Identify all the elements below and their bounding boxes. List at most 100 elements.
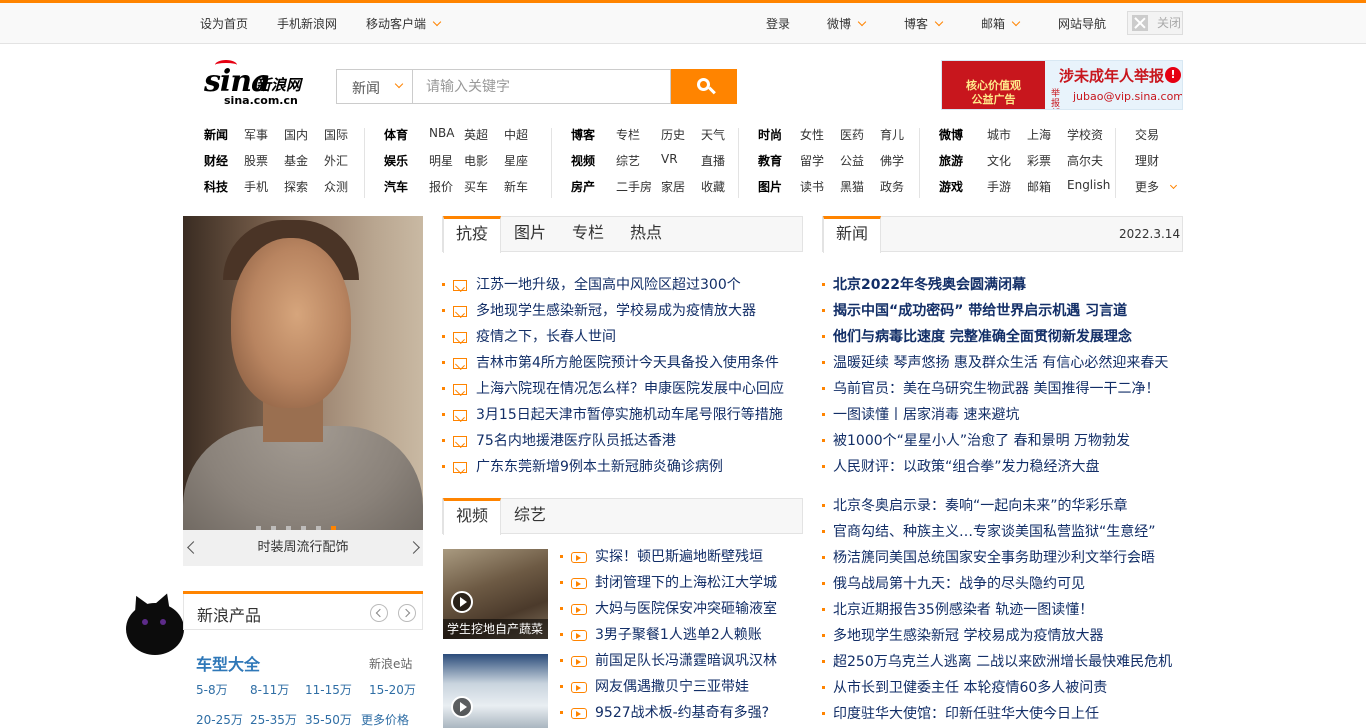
list-item-text[interactable]: 杨洁篪同美国总统国家安全事务助理沙利文举行会晤 [833, 545, 1155, 571]
nav-link-5-1-3[interactable]: 上海 [1027, 126, 1051, 143]
list-item[interactable]: 北京近期报告35例感染者 轨迹一图读懂！ [822, 597, 1183, 623]
list-item-text[interactable]: 人民财评：以政策“组合拳”发力稳经济大盘 [833, 454, 1100, 480]
nav-link-2-3-3[interactable]: 买车 [464, 178, 488, 195]
list-item-text[interactable]: 超250万乌克兰人逃离 二战以来欧洲增长最快难民危机 [833, 649, 1172, 675]
list-item[interactable]: 北京冬奥启示录：奏响“一起向未来”的华彩乐章 [822, 493, 1183, 519]
mail-menu[interactable]: 邮箱 [981, 15, 1021, 32]
search-input[interactable] [412, 69, 671, 104]
nav-link-4-1-2[interactable]: 女性 [800, 126, 824, 143]
nav-link-4-2-4[interactable]: 佛学 [880, 152, 904, 169]
set-home-link[interactable]: 设为首页 [200, 15, 248, 32]
nav-link-2-1-4[interactable]: 中超 [504, 126, 528, 143]
weibo-menu[interactable]: 微博 [827, 15, 867, 32]
estation-link[interactable]: 新浪e站 [369, 655, 412, 672]
list-item[interactable]: 俄乌战局第十九天：战争的尽头隐约可见 [822, 571, 1183, 597]
mobile-sina-link[interactable]: 手机新浪网 [277, 15, 337, 32]
list-item[interactable]: 揭示中国“成功密码” 带给世界启示机遇 习言道 [822, 298, 1183, 324]
list-item-text[interactable]: 江苏一地升级，全国高中风险区超过300个 [476, 272, 741, 298]
nav-link-5-2-4[interactable]: 高尔夫 [1067, 152, 1103, 169]
list-item-text[interactable]: 印度驻华大使馆：印新任驻华大使今日上任 [833, 701, 1099, 727]
list-item-text[interactable]: 上海六院现在情况怎么样？申康医院发展中心回应 [476, 376, 784, 402]
list-item-text[interactable]: 9527战术板-约基奇有多强? [595, 700, 769, 726]
next-arrow-icon[interactable] [398, 604, 416, 622]
nav-link-3-3-4[interactable]: 收藏 [701, 178, 725, 195]
list-item-text[interactable]: 被1000个“星星小人”治愈了 春和景明 万物勃发 [833, 428, 1130, 454]
nav-link-4-3-2[interactable]: 读书 [800, 178, 824, 195]
blog-menu[interactable]: 博客 [904, 15, 944, 32]
nav-link-1-2-4[interactable]: 外汇 [324, 152, 348, 169]
list-item-text[interactable]: 多地现学生感染新冠，学校易成为疫情放大器 [476, 298, 756, 324]
nav-link-3-2-1[interactable]: 视频 [571, 152, 595, 169]
list-item-text[interactable]: 北京2022年冬残奥会圆满闭幕 [833, 272, 1026, 298]
sina-logo[interactable]: sina 新浪网 sina.com.cn [204, 60, 314, 108]
nav-link-1-1-1[interactable]: 新闻 [204, 126, 228, 143]
list-item[interactable]: 乌前官员：美在乌研究生物武器 美国推得一干二净！ [822, 376, 1183, 402]
nav-link-6-1-1[interactable]: 交易 [1135, 126, 1159, 143]
nav-link-1-1-2[interactable]: 军事 [244, 126, 268, 143]
nav-link-3-2-2[interactable]: 综艺 [616, 152, 640, 169]
nav-link-3-3-3[interactable]: 家居 [661, 178, 685, 195]
list-item[interactable]: 网友偶遇撒贝宁三亚带娃 [560, 674, 803, 700]
list-item[interactable]: 上海六院现在情况怎么样？申康医院发展中心回应 [442, 376, 803, 402]
list-item-text[interactable]: 多地现学生感染新冠 学校易成为疫情放大器 [833, 623, 1103, 649]
list-item[interactable]: 一图读懂丨居家消毒 速来避坑 [822, 402, 1183, 428]
tab-tabs_video-1[interactable]: 视频 [443, 498, 501, 535]
nav-link-1-2-2[interactable]: 股票 [244, 152, 268, 169]
photo-slideshow[interactable]: 时装周流行配饰 [183, 216, 423, 566]
nav-link-4-1-4[interactable]: 育儿 [880, 126, 904, 143]
list-item-text[interactable]: 温暖延续 琴声悠扬 惠及群众生活 有信心必然迎来春天 [833, 350, 1168, 376]
black-cat-mascot[interactable] [120, 590, 184, 657]
list-item-text[interactable]: 一图读懂丨居家消毒 速来避坑 [833, 402, 1019, 428]
list-item[interactable]: 广东东莞新增9例本土新冠肺炎确诊病例 [442, 454, 803, 480]
nav-link-2-2-4[interactable]: 星座 [504, 152, 528, 169]
tab-tabs_mid-3[interactable]: 专栏 [559, 216, 617, 252]
nav-link-1-1-4[interactable]: 国际 [324, 126, 348, 143]
list-item[interactable]: 吉林市第4所方舱医院预计今天具备投入使用条件 [442, 350, 803, 376]
nav-link-1-3-1[interactable]: 科技 [204, 178, 228, 195]
list-item-text[interactable]: 网友偶遇撒贝宁三亚带娃 [595, 674, 749, 700]
list-item[interactable]: 大妈与医院保安冲突砸输液室 [560, 596, 803, 622]
list-item[interactable]: 实探！顿巴斯遍地断壁残垣 [560, 544, 803, 570]
list-item[interactable]: 他们与病毒比速度 完整准确全面贯彻新发展理念 [822, 324, 1183, 350]
nav-link-6-2-1[interactable]: 理财 [1135, 152, 1159, 169]
list-item[interactable]: 多地现学生感染新冠，学校易成为疫情放大器 [442, 298, 803, 324]
nav-link-2-3-1[interactable]: 汽车 [384, 178, 408, 195]
price-link[interactable]: 20-25万 [196, 711, 243, 728]
list-item-text[interactable]: 他们与病毒比速度 完整准确全面贯彻新发展理念 [833, 324, 1132, 350]
list-item[interactable]: 温暖延续 琴声悠扬 惠及群众生活 有信心必然迎来春天 [822, 350, 1183, 376]
nav-link-3-1-2[interactable]: 专栏 [616, 126, 640, 143]
list-item[interactable]: 印度驻华大使馆：印新任驻华大使今日上任 [822, 701, 1183, 727]
mobile-client-menu[interactable]: 移动客户端 [366, 15, 442, 32]
video-thumbnail[interactable]: 学生挖地自产蔬菜 [443, 549, 548, 639]
list-item-text[interactable]: 吉林市第4所方舱医院预计今天具备投入使用条件 [476, 350, 779, 376]
list-item-text[interactable]: 北京冬奥启示录：奏响“一起向未来”的华彩乐章 [833, 493, 1128, 519]
list-item[interactable]: 被1000个“星星小人”治愈了 春和景明 万物勃发 [822, 428, 1183, 454]
nav-link-2-2-2[interactable]: 明星 [429, 152, 453, 169]
price-link[interactable]: 25-35万 [250, 711, 297, 728]
nav-link-2-1-2[interactable]: NBA [429, 126, 454, 140]
price-link[interactable]: 8-11万 [250, 681, 289, 698]
nav-link-3-2-3[interactable]: VR [661, 152, 678, 166]
nav-link-3-3-2[interactable]: 二手房 [616, 178, 652, 195]
tab-tabs_mid-1[interactable]: 抗疫 [443, 216, 501, 253]
list-item[interactable]: 多地现学生感染新冠 学校易成为疫情放大器 [822, 623, 1183, 649]
nav-link-4-2-3[interactable]: 公益 [840, 152, 864, 169]
nav-link-5-3-1[interactable]: 游戏 [939, 178, 963, 195]
search-category-select[interactable]: 新闻 [336, 69, 412, 104]
list-item[interactable]: 北京2022年冬残奥会圆满闭幕 [822, 272, 1183, 298]
close-button[interactable]: 关闭 [1127, 11, 1183, 35]
list-item[interactable]: 超250万乌克兰人逃离 二战以来欧洲增长最快难民危机 [822, 649, 1183, 675]
list-item-text[interactable]: 揭示中国“成功密码” 带给世界启示机遇 习言道 [833, 298, 1127, 324]
nav-link-3-3-1[interactable]: 房产 [571, 178, 595, 195]
list-item[interactable]: 封闭管理下的上海松江大学城 [560, 570, 803, 596]
list-item[interactable]: 从市长到卫健委主任 本轮疫情60多人被问责 [822, 675, 1183, 701]
video-thumbnail[interactable] [443, 654, 548, 728]
tab-tabs_mid-2[interactable]: 图片 [501, 216, 559, 252]
nav-link-5-1-4[interactable]: 学校资 [1067, 126, 1103, 143]
list-item-text[interactable]: 俄乌战局第十九天：战争的尽头隐约可见 [833, 571, 1085, 597]
list-item-text[interactable]: 前国足队长冯潇霆暗讽巩汉林 [595, 648, 777, 674]
list-item[interactable]: 前国足队长冯潇霆暗讽巩汉林 [560, 648, 803, 674]
list-item-text[interactable]: 疫情之下，长春人世间 [476, 324, 616, 350]
report-ad-banner[interactable]: 核心价值观公益广告 涉未成年人举报 ! 举报邮箱 jubao@vip.sina.… [941, 60, 1183, 110]
tab-tabs_video-2[interactable]: 综艺 [501, 498, 559, 534]
